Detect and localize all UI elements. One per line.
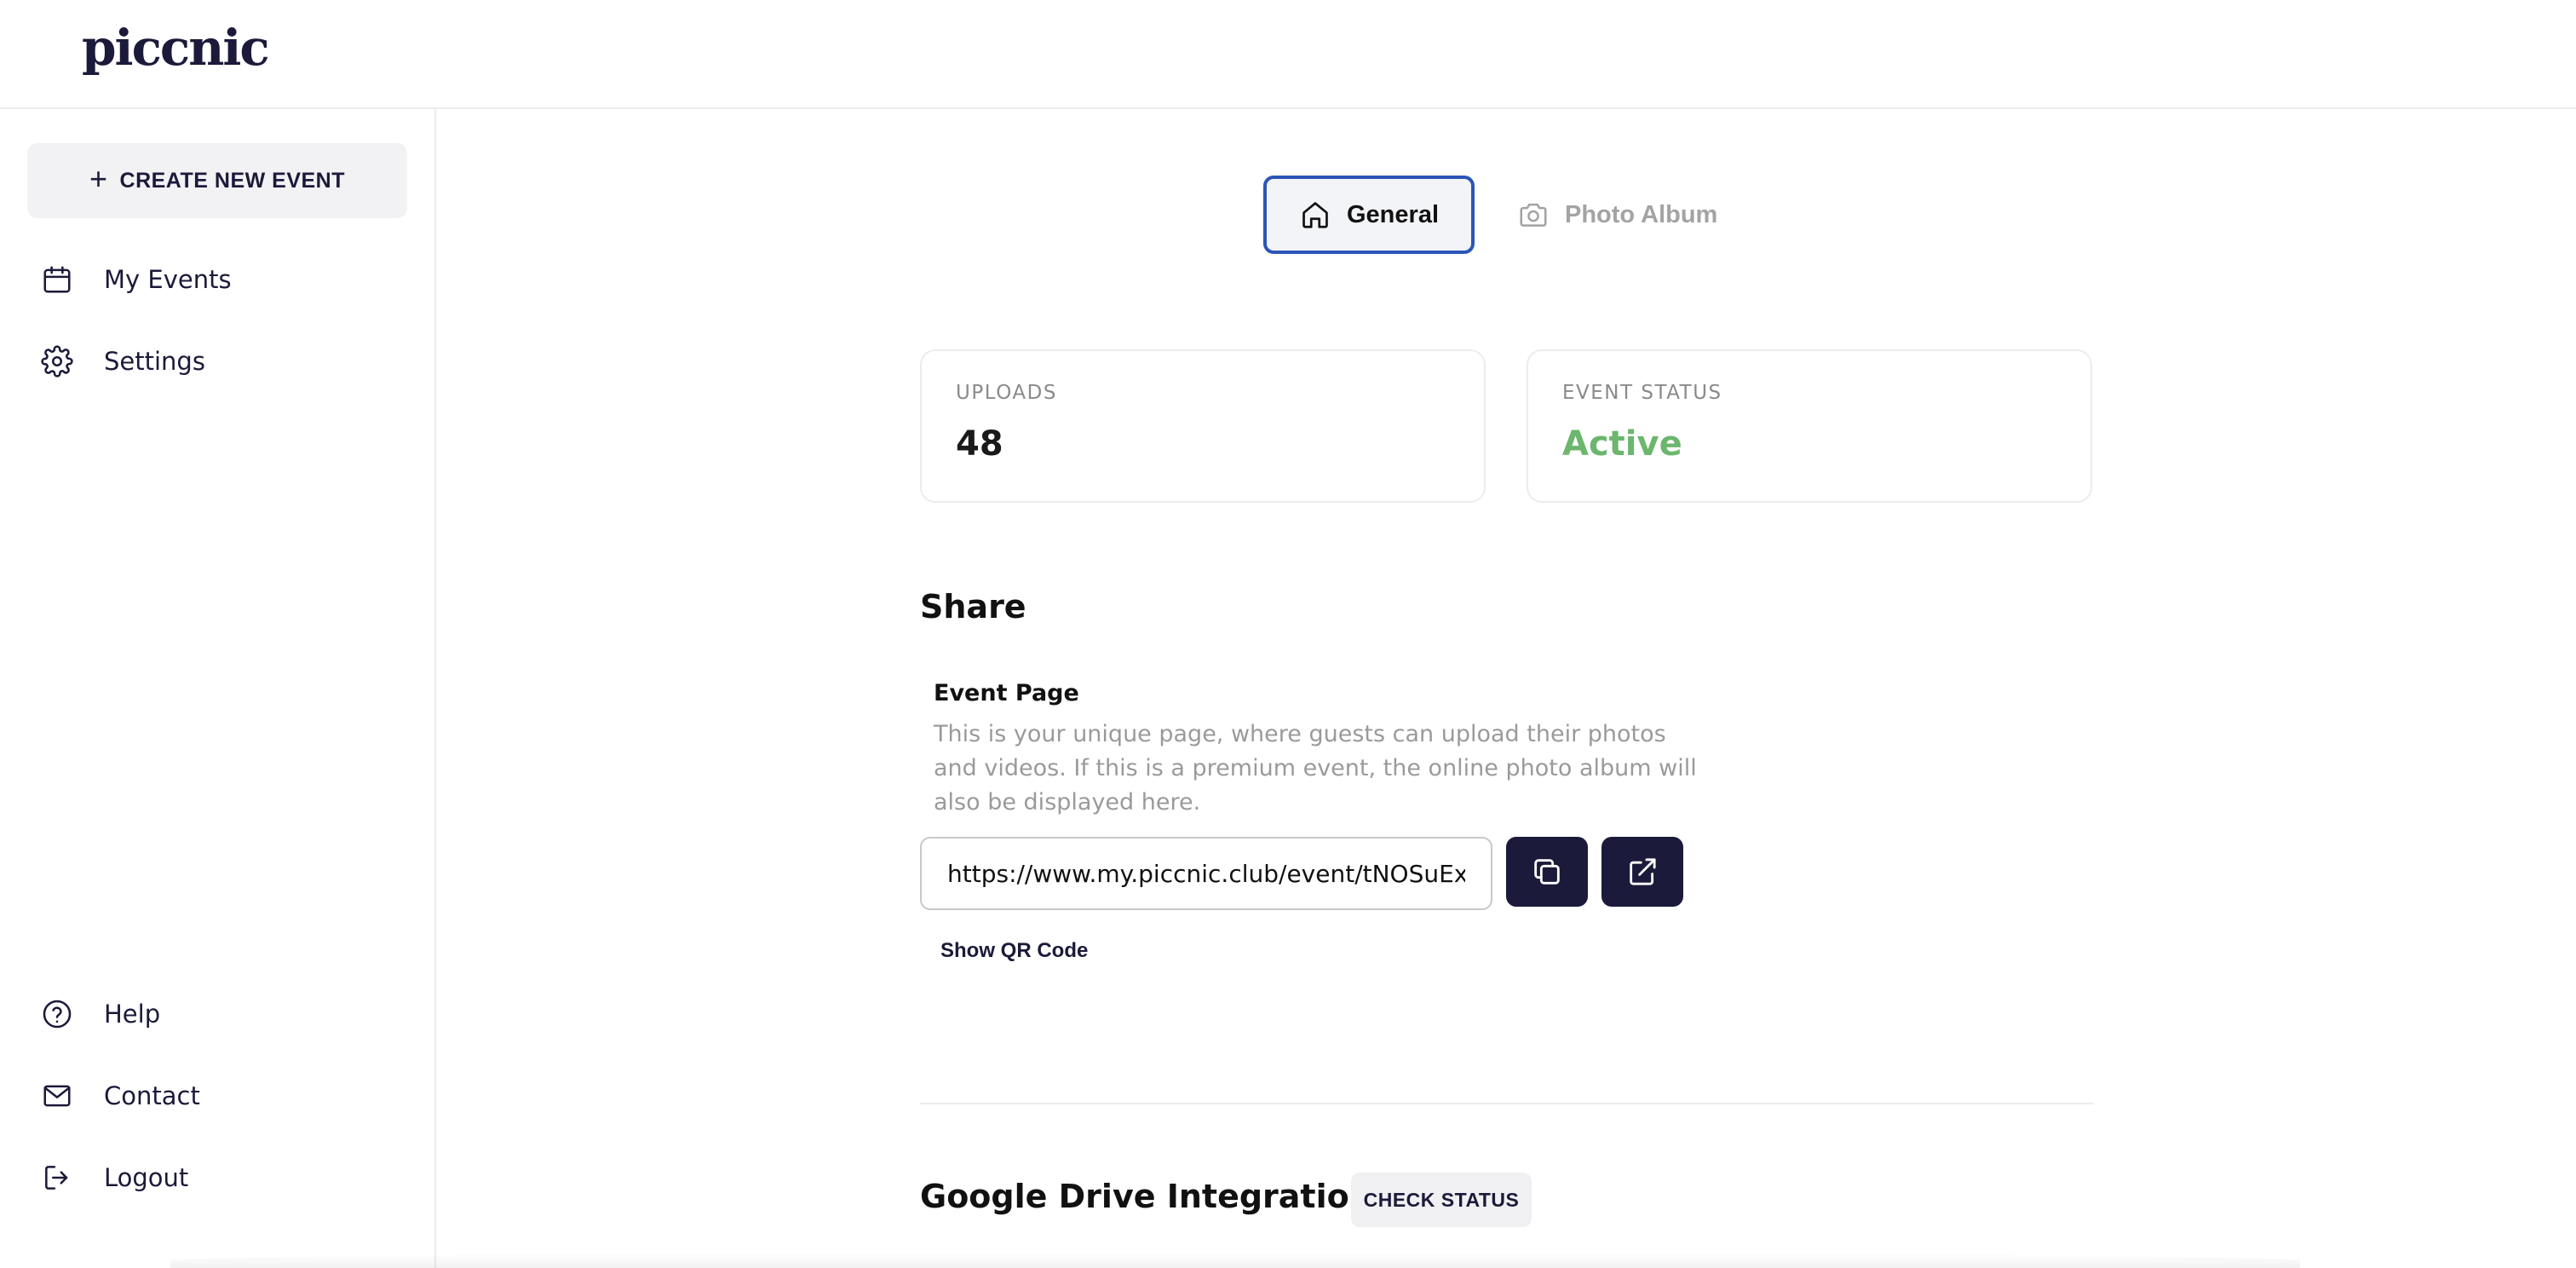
help-circle-icon [43, 1000, 72, 1029]
main-content: General Photo Album UPLOADS 48 EVENT STA… [438, 111, 2576, 1268]
copy-link-button[interactable] [1506, 837, 1588, 907]
show-qr-code-link[interactable]: Show QR Code [940, 939, 1088, 963]
sidebar-item-settings[interactable]: Settings [41, 336, 205, 387]
open-event-page-button[interactable] [1601, 837, 1683, 907]
sidebar-item-logout[interactable]: Logout [41, 1152, 188, 1203]
top-header: piccnic [0, 0, 2576, 109]
mail-icon [43, 1085, 71, 1107]
section-divider [920, 1103, 2094, 1104]
calendar-icon [43, 266, 71, 293]
sidebar-item-label: Settings [104, 347, 205, 376]
event-page-title: Event Page [934, 680, 1079, 706]
tab-label: General [1347, 200, 1439, 228]
home-icon [1302, 202, 1328, 228]
sidebar-item-label: My Events [104, 265, 232, 294]
gear-icon [41, 345, 73, 378]
external-link-icon [1630, 858, 1656, 885]
uploads-label: UPLOADS [956, 382, 1057, 404]
event-page-description: This is your unique page, where guests c… [934, 721, 1697, 816]
sidebar-item-label: Help [104, 1000, 161, 1029]
sidebar-item-contact[interactable]: Contact [41, 1070, 200, 1121]
event-status-label: EVENT STATUS [1562, 382, 1722, 404]
google-drive-section-title: Google Drive Integration [920, 1178, 1372, 1215]
sidebar-item-label: Logout [104, 1163, 189, 1192]
event-status-value: Active [1562, 424, 1682, 464]
check-status-button[interactable]: CHECK STATUS [1351, 1173, 1532, 1227]
tab-label: Photo Album [1565, 200, 1718, 228]
tab-general[interactable]: General [1263, 176, 1475, 254]
sidebar-item-help[interactable]: Help [41, 988, 160, 1040]
share-section-title: Share [920, 588, 1026, 625]
copy-icon [1534, 859, 1560, 885]
logout-icon [45, 1166, 68, 1190]
sidebar: + CREATE NEW EVENT My Events Settings He… [0, 109, 436, 1268]
camera-icon [1520, 203, 1547, 227]
tab-photo-album[interactable]: Photo Album [1500, 176, 1750, 254]
uploads-count: 48 [956, 424, 1003, 464]
create-new-event-label: CREATE NEW EVENT [119, 168, 346, 193]
sidebar-item-my-events[interactable]: My Events [41, 254, 232, 305]
event-url-input[interactable] [920, 837, 1492, 910]
create-new-event-button[interactable]: + CREATE NEW EVENT [27, 143, 407, 218]
plus-icon: + [89, 161, 108, 196]
event-tabs: General Photo Album [1263, 176, 1750, 254]
uploads-card: UPLOADS 48 [920, 349, 1486, 503]
bottom-shadow [170, 1253, 2300, 1268]
app-logo[interactable]: piccnic [82, 19, 270, 77]
sidebar-item-label: Contact [104, 1081, 200, 1110]
event-status-card: EVENT STATUS Active [1527, 349, 2092, 503]
